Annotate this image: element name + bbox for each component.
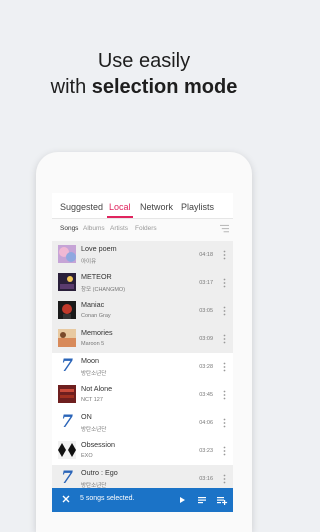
tab-playlists[interactable]: Playlists xyxy=(181,202,214,212)
song-row[interactable]: METEOR 창모 (CHANGMO) 03:17 xyxy=(52,269,233,298)
song-artist: 창모 (CHANGMO) xyxy=(81,287,126,293)
album-art-obsession xyxy=(58,441,76,459)
headline-bold: selection mode xyxy=(91,76,238,98)
album-art-love-poem xyxy=(58,245,76,263)
album-art-meteor xyxy=(58,273,76,291)
song-row[interactable]: Not Alone NCT 127 03:45 xyxy=(52,381,233,410)
song-artist: 방탄소년단 xyxy=(81,371,107,377)
song-artist: Conan Gray xyxy=(81,313,111,319)
more-icon[interactable] xyxy=(223,250,226,260)
song-artist: 방탄소년단 xyxy=(81,427,107,433)
song-title: METEOR xyxy=(81,272,112,281)
headline-prefix: with xyxy=(50,76,92,98)
headline-line-1: Use easily xyxy=(97,50,191,72)
song-title: Love poem xyxy=(81,244,117,253)
song-artist: EXO xyxy=(81,453,93,459)
subtab-songs[interactable]: Songs xyxy=(60,225,78,232)
add-to-playlist-icon[interactable] xyxy=(216,494,228,506)
more-icon[interactable] xyxy=(223,334,226,344)
song-row[interactable]: Love poem 아이유 04:18 xyxy=(52,241,233,270)
subtab-folders[interactable]: Folders xyxy=(135,225,157,232)
tab-bar: Suggested Local Network Playlists xyxy=(52,193,233,219)
album-art-seven: 7 xyxy=(58,413,76,431)
song-artist: Maroon 5 xyxy=(81,341,105,347)
song-title: Not Alone xyxy=(81,384,113,393)
sub-tab-bar: Songs Albums Artists Folders xyxy=(52,219,233,242)
song-row[interactable]: Obsession EXO 03:23 xyxy=(52,437,233,466)
add-to-queue-icon[interactable] xyxy=(196,494,208,506)
more-icon[interactable] xyxy=(223,390,226,400)
app-screen: Suggested Local Network Playlists Songs … xyxy=(52,193,233,512)
song-row[interactable]: Memories Maroon 5 03:09 xyxy=(52,325,233,354)
tab-network[interactable]: Network xyxy=(140,202,173,212)
album-art-seven: 7 xyxy=(58,469,76,487)
song-title: Maniac xyxy=(81,300,105,309)
more-icon[interactable] xyxy=(223,474,226,484)
selection-count-text: 5 songs selected. xyxy=(80,495,135,502)
album-art-maniac xyxy=(58,301,76,319)
song-title: Obsession xyxy=(81,440,115,449)
song-artist: 아이유 xyxy=(81,259,97,265)
more-icon[interactable] xyxy=(223,418,226,428)
song-row[interactable]: Maniac Conan Gray 03:05 xyxy=(52,297,233,326)
song-artist: NCT 127 xyxy=(81,397,103,403)
song-row[interactable]: 7 ON 방탄소년단 04:06 xyxy=(52,409,233,438)
tab-suggested[interactable]: Suggested xyxy=(60,202,103,212)
album-art-not-alone xyxy=(58,385,76,403)
song-duration: 03:28 xyxy=(199,364,213,370)
close-icon[interactable] xyxy=(60,493,72,505)
more-icon[interactable] xyxy=(223,446,226,456)
song-duration: 03:45 xyxy=(199,392,213,398)
song-duration: 03:09 xyxy=(199,336,213,342)
subtab-albums[interactable]: Albums xyxy=(83,225,105,232)
more-icon[interactable] xyxy=(223,306,226,316)
sort-icon[interactable] xyxy=(220,224,229,233)
song-duration: 04:06 xyxy=(199,420,213,426)
album-art-memories xyxy=(58,329,76,347)
song-duration: 03:05 xyxy=(199,308,213,314)
song-title: Outro : Ego xyxy=(81,468,118,477)
song-title: Memories xyxy=(81,328,113,337)
song-title: ON xyxy=(81,412,92,421)
song-duration: 03:17 xyxy=(199,280,213,286)
headline-line-2: with selection mode xyxy=(0,74,288,100)
album-art-seven: 7 xyxy=(58,357,76,375)
selection-bar: 5 songs selected. xyxy=(52,488,233,512)
play-icon[interactable] xyxy=(176,494,188,506)
subtab-artists[interactable]: Artists xyxy=(110,225,128,232)
tab-local[interactable]: Local xyxy=(109,202,131,212)
song-duration: 04:18 xyxy=(199,252,213,258)
song-row[interactable]: 7 Moon 방탄소년단 03:28 xyxy=(52,353,233,382)
tab-active-indicator xyxy=(107,216,133,218)
more-icon[interactable] xyxy=(223,278,226,288)
song-duration: 03:16 xyxy=(199,476,213,482)
more-icon[interactable] xyxy=(223,362,226,372)
song-duration: 03:23 xyxy=(199,448,213,454)
song-title: Moon xyxy=(81,356,99,365)
